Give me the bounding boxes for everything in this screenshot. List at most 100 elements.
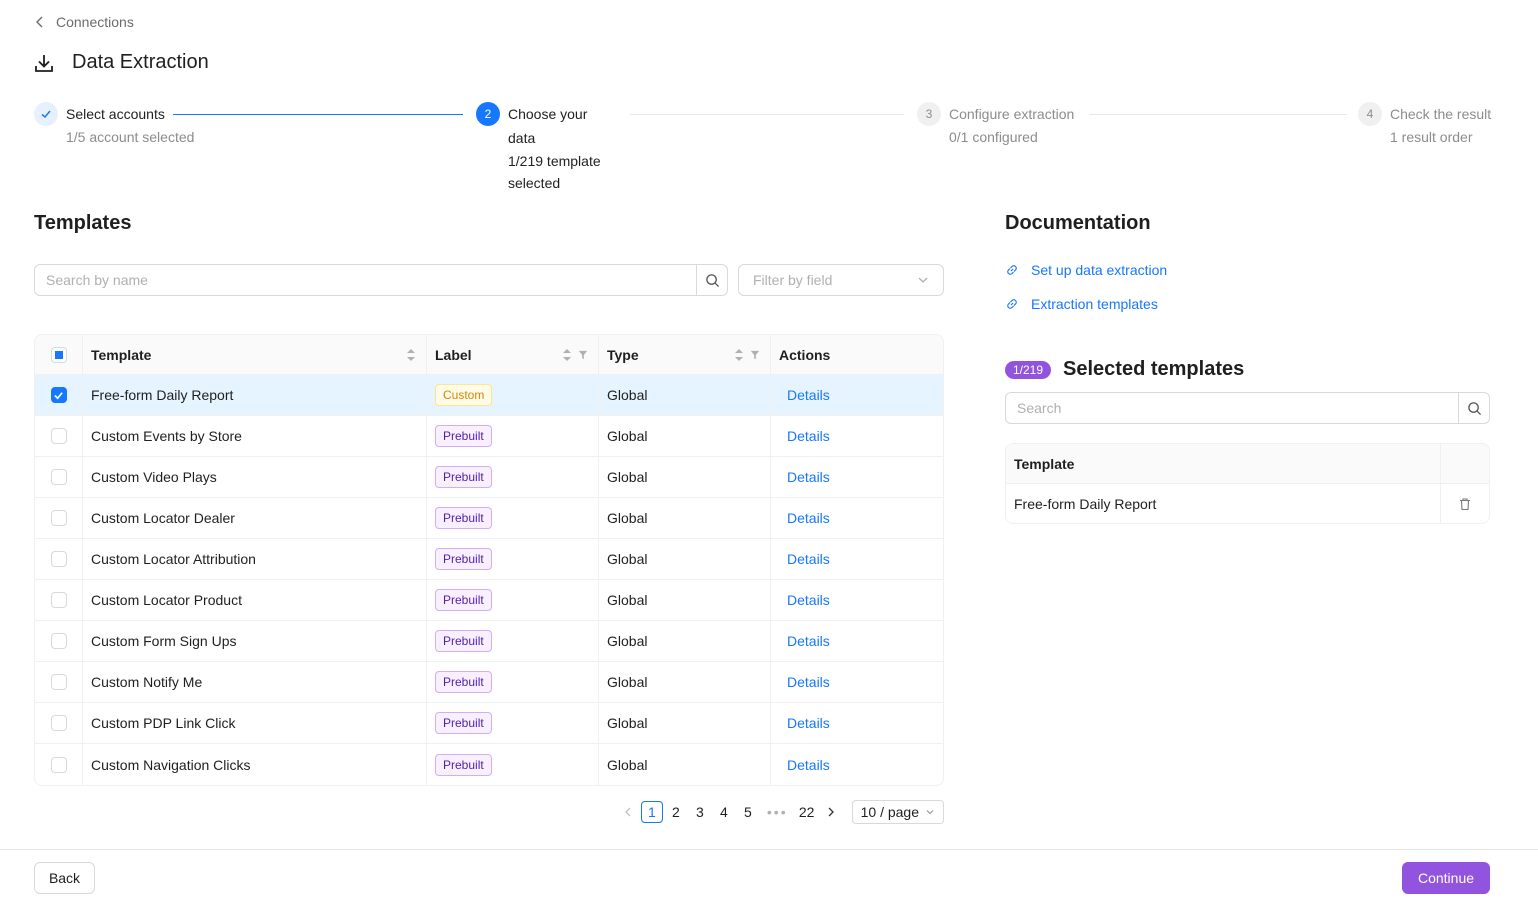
row-checkbox[interactable] [50,428,67,444]
filter-by-field-select[interactable]: Filter by field [738,264,944,296]
details-link[interactable]: Details [787,428,830,444]
table-row[interactable]: Custom Navigation Clicks Prebuilt Global De… [35,744,943,785]
column-header-actions: Actions [779,346,831,363]
table-row[interactable]: Custom Locator Dealer Prebuilt Global Detai… [35,498,943,539]
templates-heading: Templates [34,212,132,234]
label-tag: Prebuilt [435,507,492,529]
row-checkbox[interactable] [50,387,67,403]
doc-link-label: Set up data extraction [1031,262,1168,278]
sort-icon[interactable] [406,348,416,362]
page-size-label: 10 / page [860,804,919,820]
step-connector [173,114,463,115]
page-ellipsis[interactable]: ••• [761,804,794,820]
filter-icon[interactable] [578,348,588,362]
page-4[interactable]: 4 [713,801,735,823]
search-button[interactable] [696,265,727,295]
template-type: Global [607,510,648,526]
download-icon [35,54,53,72]
row-checkbox[interactable] [50,756,67,773]
selected-search-input[interactable] [1006,393,1458,423]
table-row[interactable]: Custom Locator Attribution Prebuilt Global… [35,539,943,580]
step-number: 2 [476,102,500,126]
table-row[interactable]: Custom Events by Store Prebuilt Global Deta… [35,416,943,457]
details-link[interactable]: Details [787,510,830,526]
step-choose-data[interactable]: 2 Choose your data 1/219 template select… [476,102,626,194]
row-checkbox[interactable] [50,674,67,690]
template-type: Global [607,428,648,444]
table-row[interactable]: Custom PDP Link Click Prebuilt Global Detai… [35,703,943,744]
label-tag: Prebuilt [435,589,492,611]
filter-icon[interactable] [750,348,760,362]
template-search [34,264,728,296]
step-number: 4 [1358,102,1382,126]
template-type: Global [607,715,648,731]
doc-link-setup[interactable]: Set up data extraction [1005,262,1167,278]
details-link[interactable]: Details [787,633,830,649]
template-type: Global [607,387,648,403]
table-row[interactable]: Custom Video Plays Prebuilt Global Details [35,457,943,498]
page-size-select[interactable]: 10 / page [851,800,944,824]
sort-icon[interactable] [734,348,744,362]
row-checkbox[interactable] [50,592,67,608]
label-tag: Prebuilt [435,671,492,693]
row-checkbox[interactable] [50,633,67,649]
pagination: 1 2 3 4 5 ••• 22 10 / page [617,800,944,824]
row-checkbox[interactable] [50,469,67,485]
doc-link-templates[interactable]: Extraction templates [1005,296,1158,312]
label-tag: Prebuilt [435,425,492,447]
details-link[interactable]: Details [787,551,830,567]
template-search-input[interactable] [35,265,696,295]
details-link[interactable]: Details [787,674,830,690]
details-link[interactable]: Details [787,757,830,773]
table-row[interactable]: Custom Notify Me Prebuilt Global Details [35,662,943,703]
back-to-connections-link[interactable]: Connections [34,14,134,30]
select-all-checkbox[interactable] [50,346,67,363]
filter-placeholder: Filter by field [753,272,833,288]
check-icon [34,102,58,126]
step-configure-extraction[interactable]: 3 Configure extraction 0/1 configured [917,102,1074,148]
page-2[interactable]: 2 [665,801,687,823]
templates-table: Template Label Type Actions Free-form Da… [34,334,944,786]
search-button[interactable] [1458,393,1489,423]
step-subtitle: 1 result order [1390,129,1473,145]
page-1[interactable]: 1 [640,801,663,823]
selected-templates-title: Selected templates [1063,358,1245,380]
continue-button[interactable]: Continue [1402,862,1490,894]
details-link[interactable]: Details [787,469,830,485]
steps-progress: Select accounts 1/5 account selected 2 C… [34,102,1494,191]
step-select-accounts[interactable]: Select accounts 1/5 account selected [34,102,194,148]
page-5[interactable]: 5 [737,801,759,823]
next-page-button[interactable] [820,801,842,823]
template-name: Custom Locator Attribution [91,551,256,567]
page-3[interactable]: 3 [689,801,711,823]
template-name: Custom Video Plays [91,469,217,485]
step-subtitle: 1/219 template selected [508,153,601,191]
details-link[interactable]: Details [787,592,830,608]
template-type: Global [607,592,648,608]
row-checkbox[interactable] [50,510,67,526]
link-icon [1007,299,1017,309]
column-header-template: Template [1006,444,1441,483]
step-title: Choose your data [508,106,588,146]
step-subtitle: 0/1 configured [949,129,1038,145]
column-header-label: Label [435,346,472,363]
trash-icon[interactable] [1458,497,1472,511]
row-checkbox[interactable] [50,715,67,731]
table-row[interactable]: Free-form Daily Report Custom Global Detail… [35,375,943,416]
template-type: Global [607,469,648,485]
template-name: Custom Navigation Clicks [91,756,251,773]
details-link[interactable]: Details [787,715,830,731]
prev-page-button[interactable] [617,801,639,823]
step-title: Configure extraction [949,106,1075,122]
back-button[interactable]: Back [34,862,95,894]
page-last[interactable]: 22 [796,801,818,823]
table-row[interactable]: Custom Locator Product Prebuilt Global Deta… [35,580,943,621]
step-check-result[interactable]: 4 Check the result 1 result order [1358,102,1491,148]
row-checkbox[interactable] [50,551,67,567]
template-name: Custom Locator Dealer [91,510,235,526]
page-title: Data Extraction [72,51,209,73]
details-link[interactable]: Details [787,387,830,403]
table-row[interactable]: Custom Form Sign Ups Prebuilt Global Detail… [35,621,943,662]
template-name: Custom PDP Link Click [91,715,236,731]
sort-icon[interactable] [562,348,572,362]
